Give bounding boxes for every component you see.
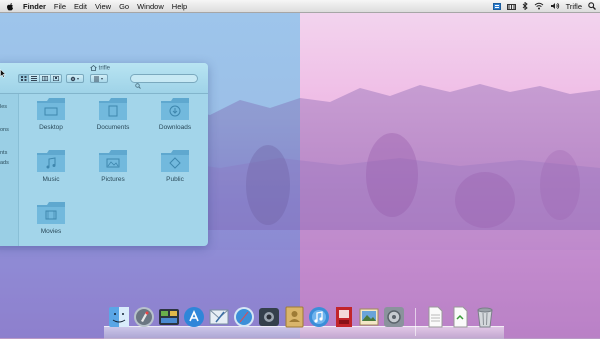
folder-label: Pictures xyxy=(101,176,125,183)
bluetooth-icon[interactable] xyxy=(522,2,528,10)
home-folder-icon xyxy=(90,64,97,72)
folder-label: Public xyxy=(166,176,184,183)
dock-facetime-icon[interactable] xyxy=(258,306,280,328)
folder-icon xyxy=(99,150,127,172)
dock-finder-icon[interactable] xyxy=(108,306,130,328)
column-view-button[interactable] xyxy=(40,74,51,83)
arrange-icon xyxy=(94,76,103,81)
view-mode-segmented-control xyxy=(18,74,62,83)
dock-separator xyxy=(415,308,416,336)
folder-music[interactable]: Music xyxy=(21,149,81,183)
sidebar-item-applications[interactable]: les xyxy=(0,104,7,110)
menu-edit[interactable]: Edit xyxy=(74,2,87,11)
column-view-icon xyxy=(42,76,48,81)
wifi-icon[interactable] xyxy=(534,2,544,10)
folder-icon xyxy=(161,150,189,172)
dock-document-icon[interactable] xyxy=(449,306,471,328)
folder-label: Desktop xyxy=(39,124,63,131)
folder-label: Music xyxy=(42,176,60,183)
folder-public[interactable]: Public xyxy=(145,149,205,183)
action-menu-button[interactable] xyxy=(66,74,84,83)
folder-pictures[interactable]: Pictures xyxy=(83,149,143,183)
menu-file[interactable]: File xyxy=(54,2,66,11)
menu-help[interactable]: Help xyxy=(172,2,187,11)
user-name[interactable]: Trifle xyxy=(566,2,582,11)
window-title: trifle xyxy=(98,65,110,72)
dock-safari-icon[interactable] xyxy=(233,306,255,328)
folder-downloads[interactable]: Downloads xyxy=(145,97,205,131)
list-view-icon xyxy=(31,76,37,81)
volume-icon[interactable] xyxy=(550,2,560,10)
cover-flow-icon xyxy=(53,76,59,81)
dock-trash-icon[interactable] xyxy=(474,306,496,328)
sidebar-item-downloads[interactable]: ads xyxy=(0,160,9,166)
folder-movies[interactable]: Movies xyxy=(21,201,81,235)
folder-icon xyxy=(37,98,65,120)
dock-app-store-icon[interactable] xyxy=(183,306,205,328)
menu-finder[interactable]: Finder xyxy=(23,2,46,11)
list-view-button[interactable] xyxy=(29,74,40,83)
menu-window[interactable]: Window xyxy=(137,2,164,11)
folder-label: Movies xyxy=(40,228,62,235)
dock-document-icon[interactable] xyxy=(424,306,446,328)
folder-label: Documents xyxy=(96,124,130,131)
dock-photo-booth-icon[interactable] xyxy=(333,306,355,328)
folder-icon xyxy=(99,98,127,120)
dock-system-preferences-icon[interactable] xyxy=(383,306,405,328)
folder-desktop[interactable]: Desktop xyxy=(21,97,81,131)
gear-icon xyxy=(70,76,79,81)
sidebar-item-documents[interactable]: nts xyxy=(0,150,7,156)
dock-contacts-icon[interactable] xyxy=(283,306,305,328)
icon-view-icon xyxy=(20,76,26,81)
search-icon xyxy=(135,76,141,94)
sidebar-item-applications-2[interactable]: ons xyxy=(0,127,9,133)
status-menu-icon[interactable] xyxy=(492,2,501,10)
dock-itunes-icon[interactable] xyxy=(308,306,330,328)
cover-flow-button[interactable] xyxy=(51,74,62,83)
folder-icon xyxy=(37,202,65,224)
mouse-cursor-icon xyxy=(0,69,6,78)
folder-icon xyxy=(161,98,189,120)
menu-view[interactable]: View xyxy=(95,2,111,11)
folder-label: Downloads xyxy=(158,124,192,131)
search-field[interactable] xyxy=(130,74,198,89)
icon-view-button[interactable] xyxy=(18,74,29,83)
spotlight-search-icon[interactable] xyxy=(588,2,596,10)
menu-go[interactable]: Go xyxy=(119,2,129,11)
dock-mission-control-icon[interactable] xyxy=(158,306,180,328)
dock-launchpad-icon[interactable] xyxy=(133,306,155,328)
arrange-menu-button[interactable] xyxy=(90,74,108,83)
finder-sidebar: les ons nts ads xyxy=(0,94,19,246)
folder-icon xyxy=(37,150,65,172)
time-machine-icon[interactable] xyxy=(506,3,516,10)
finder-title-bar[interactable]: trifle xyxy=(0,63,208,94)
apple-menu-icon[interactable] xyxy=(6,2,16,11)
menu-bar: Finder File Edit View Go Window Help Tri… xyxy=(0,0,600,13)
dock-mail-icon[interactable] xyxy=(208,306,230,328)
dock-iphoto-icon[interactable] xyxy=(358,306,380,328)
folder-documents[interactable]: Documents xyxy=(83,97,143,131)
finder-window[interactable]: trifle les ons nts ads Desktop Documents… xyxy=(0,63,208,246)
